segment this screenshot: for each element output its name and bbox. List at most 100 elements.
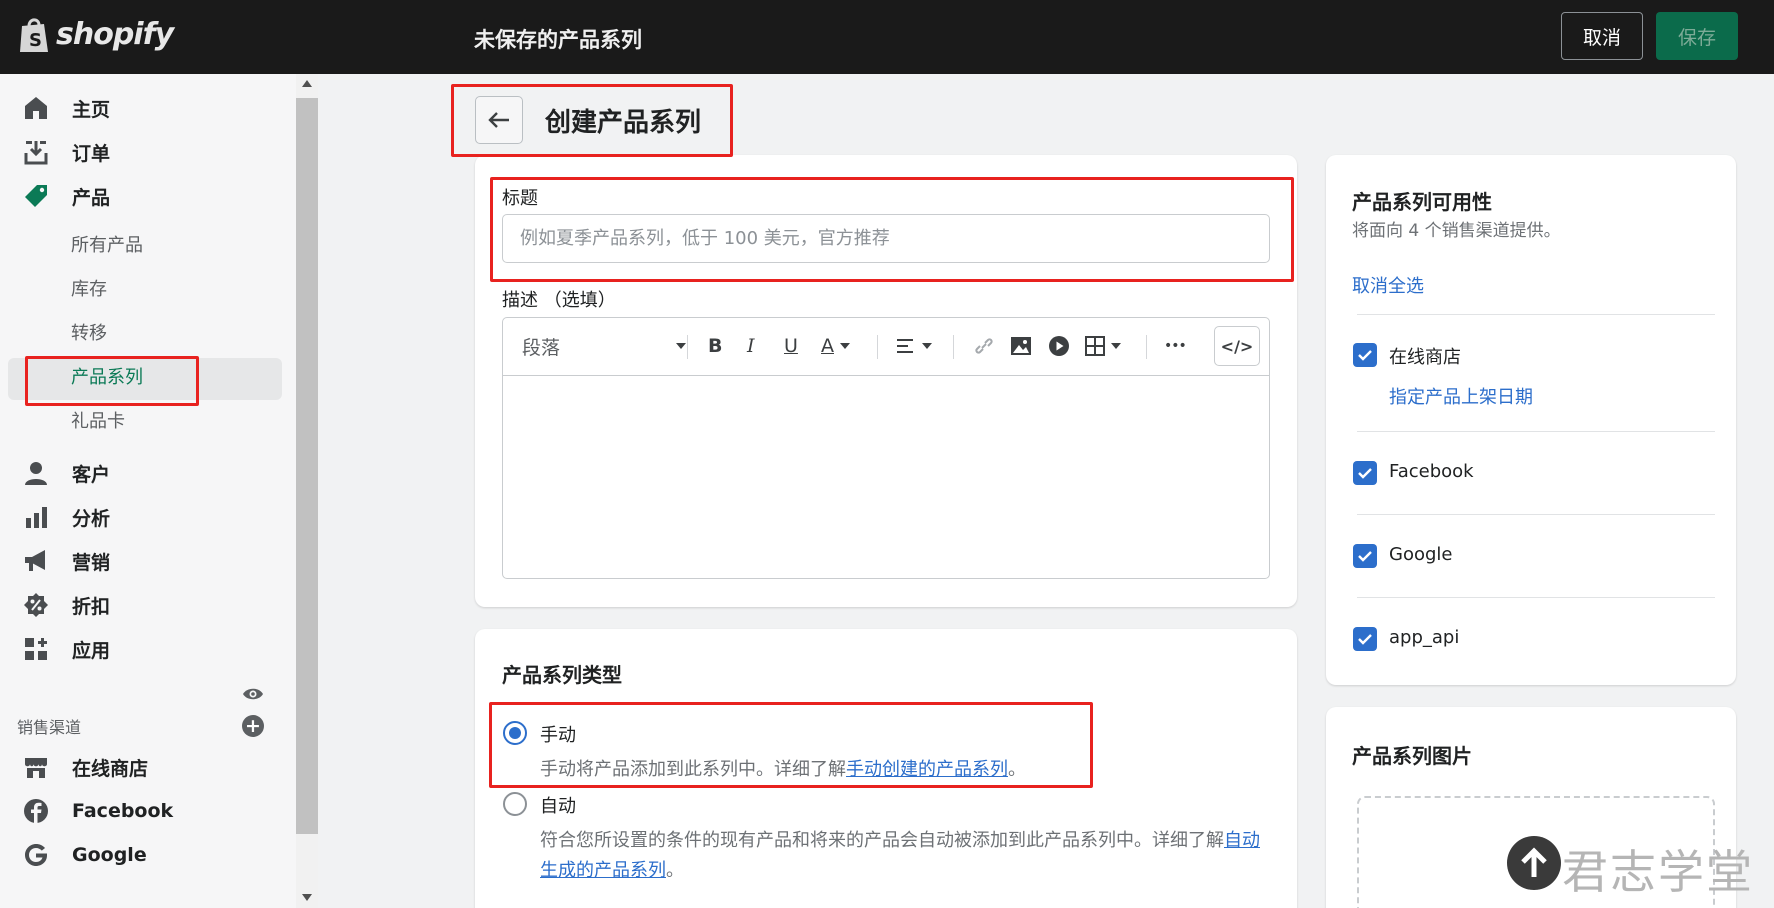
megaphone-icon (22, 547, 50, 575)
back-button[interactable] (475, 96, 523, 144)
home-icon (22, 94, 50, 122)
sidebar-item-analytics[interactable]: 分析 (22, 499, 110, 535)
sidebar-item-label: 产品 (72, 186, 111, 209)
text-color-button[interactable]: A (821, 332, 850, 360)
sidebar-item-label: 订单 (72, 142, 111, 165)
add-channel-button[interactable]: + (242, 715, 264, 737)
discount-icon (22, 591, 50, 619)
toolbar-divider (1146, 335, 1147, 359)
arrow-up-icon (1521, 847, 1547, 877)
sidebar-item-home[interactable]: 主页 (22, 90, 110, 126)
sidebar-sub-all-products[interactable]: 所有产品 (71, 231, 143, 257)
sidebar-item-label: 主页 (72, 98, 111, 121)
description-label: 描述 （选填） (502, 290, 616, 311)
bar-chart-icon (22, 503, 50, 531)
unsaved-status: 未保存的产品系列 (474, 28, 642, 52)
text-color-label: A (821, 335, 834, 357)
sidebar-scrollbar-thumb[interactable] (296, 98, 318, 834)
insert-video-button[interactable] (1048, 332, 1070, 360)
sidebar-active-highlight (8, 358, 282, 400)
sales-channels-label: 销售渠道 (17, 718, 82, 737)
arrow-left-icon (488, 112, 509, 128)
link-button[interactable] (973, 332, 995, 360)
sidebar-item-orders[interactable]: 订单 (22, 134, 110, 170)
scroll-top-button[interactable] (1507, 836, 1561, 890)
checkmark-icon (1358, 350, 1372, 361)
schedule-availability-link[interactable]: 指定产品上架日期 (1389, 383, 1533, 409)
facebook-icon (22, 797, 50, 825)
checkmark-icon (1358, 634, 1372, 645)
manual-radio[interactable] (503, 721, 527, 745)
manual-collection-link[interactable]: 手动创建的产品系列 (846, 759, 1008, 780)
sidebar-item-apps[interactable]: 应用 (22, 631, 110, 667)
paragraph-format-select[interactable]: 段落 (522, 332, 687, 360)
collection-image-heading: 产品系列图片 (1352, 744, 1472, 768)
sidebar-sub-inventory[interactable]: 库存 (71, 275, 107, 301)
logo-text: shopify (56, 16, 174, 52)
scroll-up-arrow-icon[interactable] (302, 80, 312, 87)
checkmark-icon (1358, 468, 1372, 479)
sidebar-sub-transfers[interactable]: 转移 (71, 319, 107, 345)
paragraph-label: 段落 (522, 336, 561, 359)
shopify-logo[interactable]: S shopify (18, 14, 174, 54)
scroll-down-arrow-icon[interactable] (302, 894, 312, 901)
automatic-help-suffix: 。 (666, 860, 684, 881)
chevron-down-icon (676, 343, 687, 349)
sidebar-channel-google[interactable]: Google (22, 837, 147, 873)
align-button[interactable] (896, 332, 932, 360)
description-editor[interactable]: 段落 B I U A ••• </> (502, 317, 1270, 579)
divider (1357, 597, 1715, 598)
cancel-button[interactable]: 取消 (1561, 12, 1643, 60)
save-button[interactable]: 保存 (1656, 12, 1738, 60)
google-icon (22, 841, 50, 869)
divider (1357, 431, 1715, 432)
play-icon (1049, 336, 1069, 356)
sidebar-item-label: 客户 (72, 463, 111, 486)
italic-button[interactable]: I (747, 332, 755, 360)
store-icon (22, 753, 50, 781)
bold-button[interactable]: B (708, 332, 722, 360)
collection-type-heading: 产品系列类型 (502, 663, 622, 687)
app-api-checkbox[interactable] (1353, 627, 1377, 651)
facebook-checkbox[interactable] (1353, 461, 1377, 485)
insert-table-button[interactable] (1085, 332, 1121, 360)
sidebar-item-label: 折扣 (72, 595, 111, 618)
svg-text:S: S (29, 30, 42, 51)
divider (1357, 314, 1715, 315)
manual-help-text: 手动将产品添加到此系列中。详细了解手动创建的产品系列。 (540, 755, 1026, 781)
title-input[interactable]: 例如夏季产品系列，低于 100 美元，官方推荐 (502, 214, 1270, 263)
google-checkbox[interactable] (1353, 544, 1377, 568)
toolbar-divider (877, 335, 878, 359)
automatic-label: 自动 (540, 796, 576, 817)
sidebar-sub-gift-cards[interactable]: 礼品卡 (71, 407, 125, 433)
top-bar: S shopify 未保存的产品系列 取消 保存 (0, 0, 1774, 74)
chevron-down-icon (1111, 343, 1121, 349)
toolbar-divider (687, 335, 688, 359)
sidebar-item-products[interactable]: 产品 (22, 178, 110, 214)
manual-help-suffix: 。 (1008, 759, 1026, 780)
underline-button[interactable]: U (784, 332, 798, 360)
insert-image-button[interactable] (1010, 332, 1032, 360)
automatic-radio[interactable] (503, 792, 527, 816)
align-left-icon (897, 339, 913, 353)
table-icon (1085, 336, 1105, 356)
deselect-all-link[interactable]: 取消全选 (1352, 272, 1424, 298)
google-label: Google (1389, 544, 1453, 565)
more-options-button[interactable]: ••• (1164, 332, 1187, 360)
sidebar-channel-facebook[interactable]: Facebook (22, 793, 173, 829)
show-html-button[interactable]: </> (1214, 326, 1260, 366)
sidebar-sub-collections[interactable]: 产品系列 (71, 363, 143, 389)
eye-icon[interactable] (242, 686, 264, 706)
online-store-checkbox[interactable] (1353, 343, 1377, 367)
orders-icon (22, 138, 50, 166)
toolbar-separator (503, 375, 1269, 376)
sidebar-item-marketing[interactable]: 营销 (22, 543, 110, 579)
sidebar-item-label: 营销 (72, 551, 111, 574)
apps-icon (22, 635, 50, 663)
automatic-help-text: 符合您所设置的条件的现有产品和将来的产品会自动被添加到此产品系列中。详细了解自动… (540, 826, 1270, 886)
sidebar-channel-online-store[interactable]: 在线商店 (22, 749, 148, 785)
sidebar-item-customers[interactable]: 客户 (22, 455, 110, 491)
availability-subtext: 将面向 4 个销售渠道提供。 (1352, 221, 1561, 241)
sidebar-item-discounts[interactable]: 折扣 (22, 587, 110, 623)
app-api-label: app_api (1389, 627, 1460, 648)
